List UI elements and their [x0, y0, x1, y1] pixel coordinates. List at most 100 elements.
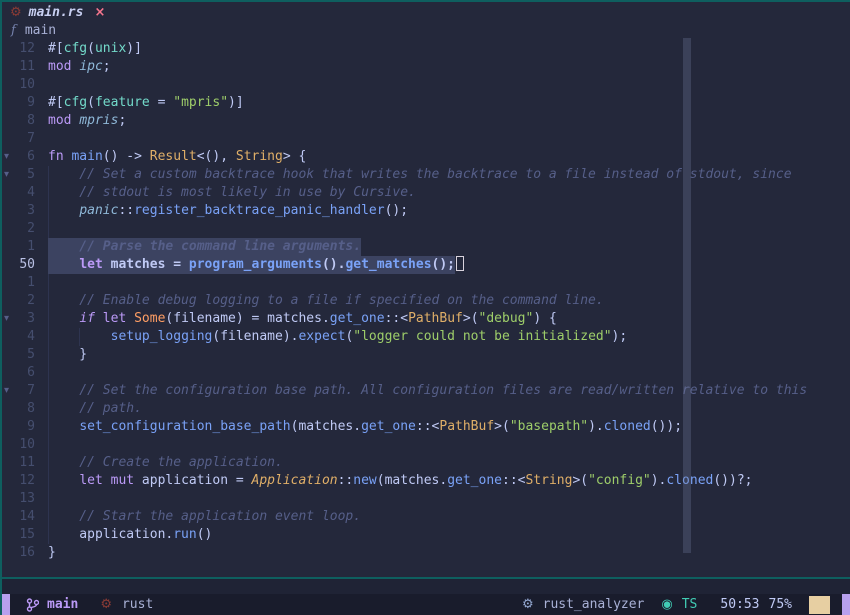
code-line[interactable]: ▾7 // Set the configuration base path. A…: [2, 382, 850, 400]
fold-chevron-icon[interactable]: ▾: [2, 148, 15, 166]
line-number: 11: [15, 58, 42, 76]
line-number: 7: [15, 130, 42, 148]
fold-chevron-icon[interactable]: ▾: [2, 310, 15, 328]
code-line[interactable]: ▾5 // Set a custom backtrace hook that w…: [2, 166, 850, 184]
code-line[interactable]: 16}: [2, 544, 850, 562]
statusbar-left: main ⚙ rust: [10, 597, 153, 612]
tab-close-icon[interactable]: ×: [94, 5, 105, 20]
code-line[interactable]: 7: [2, 130, 850, 148]
cursor-position: 50:53: [720, 597, 759, 612]
gutter-cell: ▾6: [2, 148, 42, 166]
code-line[interactable]: 6: [2, 364, 850, 382]
code-text: if let Some(filename) = matches.get_one:…: [48, 310, 557, 328]
lsp-server-name: rust_analyzer: [543, 597, 645, 612]
code-line[interactable]: 8 // path.: [2, 400, 850, 418]
fold-spacer: [2, 400, 15, 418]
code-line[interactable]: 4 setup_logging(filename).expect("logger…: [2, 328, 850, 346]
gutter-cell: 1: [2, 274, 42, 292]
line-number: 16: [15, 544, 42, 562]
line-number: 1: [15, 274, 42, 292]
rust-file-icon: ⚙: [10, 6, 22, 19]
code-line[interactable]: 8mod mpris;: [2, 112, 850, 130]
gutter-cell: 11: [2, 58, 42, 76]
code-line[interactable]: 4 // stdout is most likely in use by Cur…: [2, 184, 850, 202]
gutter-cell: 12: [2, 472, 42, 490]
fold-spacer: [2, 472, 15, 490]
code-line[interactable]: 12#[cfg(unix)]: [2, 40, 850, 58]
command-line[interactable]: [2, 579, 850, 594]
code-text: // Enable debug logging to a file if spe…: [48, 292, 604, 310]
line-number: 10: [15, 76, 42, 94]
gutter-cell: 8: [2, 112, 42, 130]
code-text: fn main() -> Result<(), String> {: [48, 148, 306, 166]
code-text: // Set the configuration base path. All …: [48, 382, 807, 400]
fold-chevron-icon[interactable]: ▾: [2, 166, 15, 184]
fold-spacer: [2, 346, 15, 364]
code-line[interactable]: 15 application.run(): [2, 526, 850, 544]
fold-spacer: [2, 328, 15, 346]
code-line[interactable]: 2: [2, 220, 850, 238]
gutter-cell: 6: [2, 364, 42, 382]
code-line[interactable]: 2 // Enable debug logging to a file if s…: [2, 292, 850, 310]
gutter-cell: 9: [2, 418, 42, 436]
code-line[interactable]: ▾3 if let Some(filename) = matches.get_o…: [2, 310, 850, 328]
editor-window: ⚙ main.rs × f main 12#[cfg(unix)]11mod i…: [0, 0, 850, 615]
fold-spacer: [2, 508, 15, 526]
fold-spacer: [2, 256, 15, 274]
code-line[interactable]: 10: [2, 436, 850, 454]
indent-guide: [48, 436, 49, 454]
code-line[interactable]: 10: [2, 76, 850, 94]
code-text: // stdout is most likely in use by Cursi…: [48, 184, 416, 202]
code-line[interactable]: 11 // Create the application.: [2, 454, 850, 472]
fold-spacer: [2, 76, 15, 94]
code-text: #[cfg(unix)]: [48, 40, 142, 58]
text-cursor: [456, 256, 464, 271]
code-line[interactable]: 1: [2, 274, 850, 292]
breadcrumb: f main: [2, 22, 850, 38]
fold-spacer: [2, 112, 15, 130]
fold-spacer: [2, 202, 15, 220]
fold-spacer: [2, 58, 15, 76]
code-line[interactable]: 9#[cfg(feature = "mpris")]: [2, 94, 850, 112]
code-line[interactable]: 50 let matches = program_arguments().get…: [2, 256, 850, 274]
indent-guide: [48, 364, 49, 382]
code-line[interactable]: 1 // Parse the command line arguments.: [2, 238, 850, 256]
fold-spacer: [2, 94, 15, 112]
line-number: 9: [15, 94, 42, 112]
code-line[interactable]: 14 // Start the application event loop.: [2, 508, 850, 526]
tab-main-rs[interactable]: ⚙ main.rs ×: [10, 5, 105, 20]
gutter-cell: 2: [2, 220, 42, 238]
code-line[interactable]: 12 let mut application = Application::ne…: [2, 472, 850, 490]
gutter-cell: 13: [2, 490, 42, 508]
code-line[interactable]: 5 }: [2, 346, 850, 364]
line-number: 4: [15, 328, 42, 346]
fold-spacer: [2, 238, 15, 256]
code-line[interactable]: 11mod ipc;: [2, 58, 850, 76]
fold-spacer: [2, 454, 15, 472]
line-number: 8: [15, 400, 42, 418]
line-number: 1: [15, 238, 42, 256]
fold-spacer: [2, 274, 15, 292]
indent-guide: [48, 274, 49, 292]
code-line[interactable]: 9 set_configuration_base_path(matches.ge…: [2, 418, 850, 436]
scrollbar-thumb[interactable]: [683, 38, 691, 553]
gutter-cell: 4: [2, 328, 42, 346]
gutter-cell: 8: [2, 400, 42, 418]
tab-title: main.rs: [29, 5, 84, 20]
code-line[interactable]: 3 panic::register_backtrace_panic_handle…: [2, 202, 850, 220]
git-branch-name: main: [47, 597, 78, 612]
code-text: panic::register_backtrace_panic_handler(…: [48, 202, 408, 220]
line-number: 6: [15, 364, 42, 382]
selection: // Parse the command line arguments.: [48, 238, 361, 256]
code-area[interactable]: 12#[cfg(unix)]11mod ipc;109#[cfg(feature…: [2, 38, 850, 577]
code-line[interactable]: 13: [2, 490, 850, 508]
gutter-cell: 7: [2, 130, 42, 148]
gutter-cell: 3: [2, 202, 42, 220]
fold-chevron-icon[interactable]: ▾: [2, 382, 15, 400]
line-number: 11: [15, 454, 42, 472]
mode-indicator-right: [842, 594, 850, 615]
code-line[interactable]: ▾6 fn main() -> Result<(), String> {: [2, 148, 850, 166]
fold-spacer: [2, 220, 15, 238]
line-number: 3: [15, 202, 42, 220]
macro-indicator-block: [809, 596, 830, 614]
